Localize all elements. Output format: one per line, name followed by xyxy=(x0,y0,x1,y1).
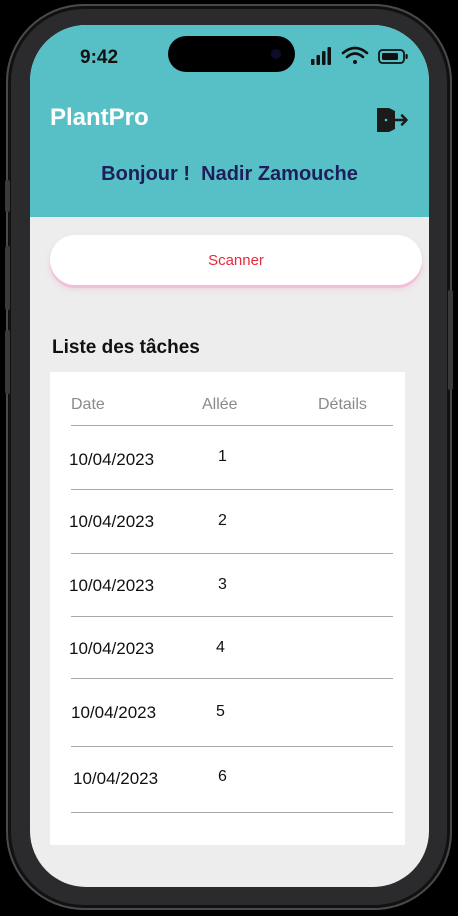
header-divider xyxy=(71,425,393,426)
app-title: PlantPro xyxy=(50,104,149,131)
status-time: 9:42 xyxy=(80,47,119,68)
row-date: 10/04/2023 xyxy=(73,769,159,788)
status-icons xyxy=(311,46,408,65)
signal-icon xyxy=(311,47,331,65)
row-allee: 3 xyxy=(218,576,227,593)
row-allee: 2 xyxy=(218,512,227,529)
logout-icon[interactable] xyxy=(375,106,409,134)
volume-down-button xyxy=(5,330,10,394)
row-divider xyxy=(71,812,393,813)
row-date: 10/04/2023 xyxy=(69,512,155,531)
row-allee: 5 xyxy=(216,703,225,720)
column-header-date: Date xyxy=(71,396,105,413)
row-divider xyxy=(71,616,393,617)
wifi-icon xyxy=(341,46,369,64)
action-button xyxy=(5,180,10,212)
greeting-text: Bonjour ! Nadir Zamouche xyxy=(101,163,358,185)
column-header-details: Détails xyxy=(318,396,367,413)
row-divider xyxy=(71,746,393,747)
row-date: 10/04/2023 xyxy=(71,703,157,722)
row-allee: 1 xyxy=(218,448,227,465)
scanner-button[interactable]: Scanner xyxy=(50,235,422,285)
app-header: 9:42 PlantPro Bonjour ! Nadir Zamouche xyxy=(30,25,429,217)
power-button xyxy=(448,290,453,390)
row-divider xyxy=(71,678,393,679)
battery-icon xyxy=(378,49,408,64)
row-date: 10/04/2023 xyxy=(69,639,155,658)
front-camera-icon xyxy=(271,49,281,59)
column-header-allee: Allée xyxy=(202,396,238,413)
dynamic-island xyxy=(168,36,295,72)
app-screen: 9:42 PlantPro Bonjour ! Nadir Zamouche S… xyxy=(30,25,429,887)
task-list-title: Liste des tâches xyxy=(52,337,200,358)
task-table: Date Allée Détails 10/04/2023 1 10/04/20… xyxy=(50,372,405,845)
volume-up-button xyxy=(5,246,10,310)
row-allee: 4 xyxy=(216,639,225,656)
row-divider xyxy=(71,553,393,554)
row-date: 10/04/2023 xyxy=(69,450,155,469)
row-divider xyxy=(71,489,393,490)
row-date: 10/04/2023 xyxy=(69,576,155,595)
row-allee: 6 xyxy=(218,768,227,785)
